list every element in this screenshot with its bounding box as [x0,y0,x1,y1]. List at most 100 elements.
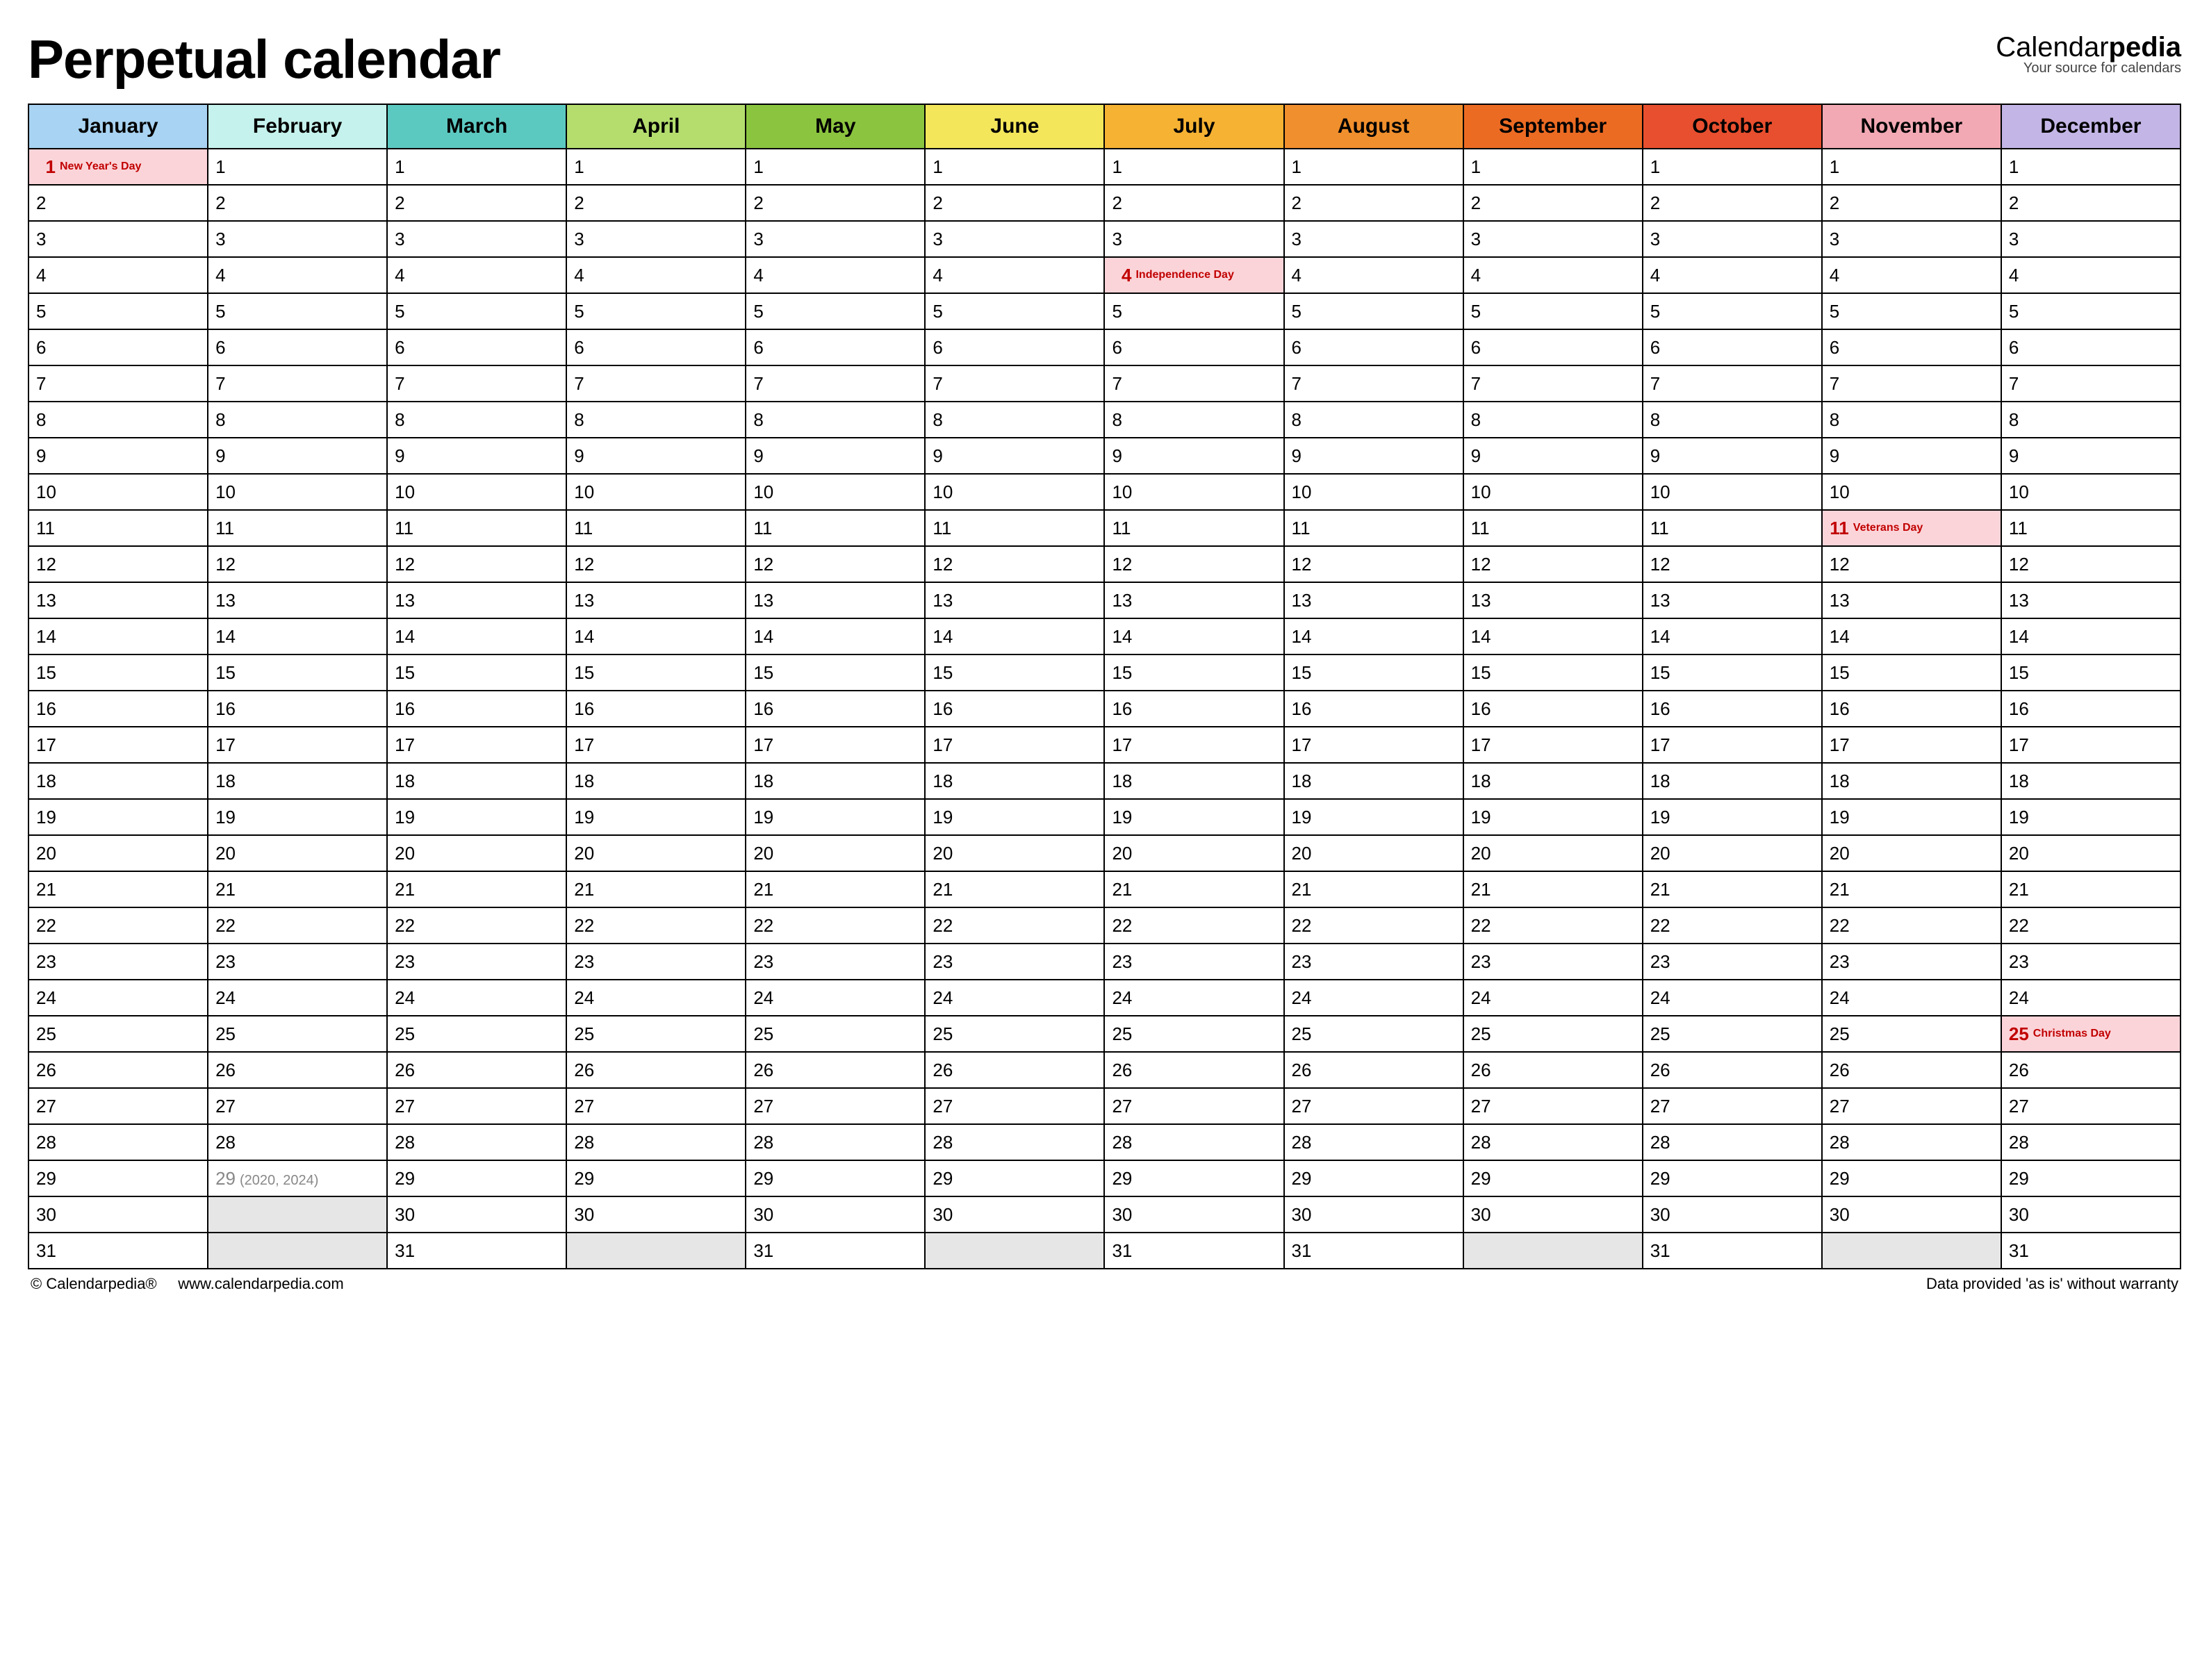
day-cell: 28 [566,1124,746,1160]
day-cell: 20 [1463,835,1643,871]
day-cell: 2 [1822,185,2001,221]
day-cell: 1 [1463,149,1643,185]
day-cell: 26 [925,1052,1104,1088]
day-cell: 10 [208,474,387,510]
month-header: November [1822,104,2001,149]
day-cell: 7 [1643,365,1822,402]
day-cell: 25 [746,1016,925,1052]
day-cell: 22 [208,907,387,944]
month-header: March [387,104,566,149]
day-cell: 5 [925,293,1104,329]
day-cell: 19 [1104,799,1283,835]
day-cell: 8 [1104,402,1283,438]
day-cell: 9 [1822,438,2001,474]
day-cell: 22 [1284,907,1463,944]
day-cell: 4 [1463,257,1643,293]
day-cell: 25 [1104,1016,1283,1052]
day-cell: 28 [925,1124,1104,1160]
day-cell: 20 [208,835,387,871]
day-cell: 23 [566,944,746,980]
day-cell: 16 [2001,691,2181,727]
day-cell: 6 [208,329,387,365]
day-cell: 21 [1284,871,1463,907]
day-cell: 19 [387,799,566,835]
day-cell: 13 [1284,582,1463,618]
day-cell: 20 [1643,835,1822,871]
day-cell: 13 [1822,582,2001,618]
day-cell: 8 [387,402,566,438]
day-cell: 23 [1104,944,1283,980]
day-cell: 25 [1463,1016,1643,1052]
day-cell: 13 [387,582,566,618]
day-cell: 13 [1104,582,1283,618]
day-cell: 17 [746,727,925,763]
day-cell: 2 [925,185,1104,221]
day-cell: 31 [746,1233,925,1269]
day-cell: 20 [1104,835,1283,871]
day-cell: 29 [1643,1160,1822,1196]
day-cell: 7 [1822,365,2001,402]
day-cell: 1New Year's Day [28,149,208,185]
day-cell: 27 [2001,1088,2181,1124]
day-cell: 24 [28,980,208,1016]
day-cell: 8 [28,402,208,438]
day-cell: 26 [28,1052,208,1088]
day-cell: 18 [1463,763,1643,799]
day-cell: 27 [1463,1088,1643,1124]
day-cell: 17 [1284,727,1463,763]
day-cell: 24 [387,980,566,1016]
day-cell: 14 [28,618,208,654]
day-cell: 10 [925,474,1104,510]
day-cell: 9 [1104,438,1283,474]
day-cell: 30 [1643,1196,1822,1233]
day-cell: 13 [28,582,208,618]
day-cell: 7 [387,365,566,402]
day-cell: 17 [1463,727,1643,763]
day-cell: 26 [1104,1052,1283,1088]
day-cell: 18 [1822,763,2001,799]
day-cell: 8 [208,402,387,438]
day-cell: 18 [1284,763,1463,799]
day-cell [925,1233,1104,1269]
day-cell: 19 [1643,799,1822,835]
day-cell: 20 [28,835,208,871]
day-cell: 6 [746,329,925,365]
day-cell: 1 [1643,149,1822,185]
day-cell: 25 [1643,1016,1822,1052]
day-cell: 11 [1104,510,1283,546]
day-cell [566,1233,746,1269]
day-cell: 8 [1463,402,1643,438]
footer-left: © Calendarpedia® www.calendarpedia.com [31,1275,344,1293]
day-cell: 8 [1643,402,1822,438]
day-cell: 15 [1284,654,1463,691]
day-cell: 26 [1463,1052,1643,1088]
day-cell: 28 [28,1124,208,1160]
day-cell: 19 [1463,799,1643,835]
day-cell: 7 [208,365,387,402]
day-cell: 31 [387,1233,566,1269]
day-cell: 26 [1643,1052,1822,1088]
day-cell: 23 [1284,944,1463,980]
day-cell: 19 [1284,799,1463,835]
day-cell: 14 [208,618,387,654]
day-cell: 15 [1643,654,1822,691]
day-cell: 11 [387,510,566,546]
day-cell: 22 [387,907,566,944]
day-cell: 11 [925,510,1104,546]
day-cell: 14 [1463,618,1643,654]
footer-copyright: © Calendarpedia® [31,1275,157,1292]
day-cell: 17 [925,727,1104,763]
day-cell: 31 [1643,1233,1822,1269]
day-cell: 22 [1822,907,2001,944]
day-cell: 30 [387,1196,566,1233]
day-cell: 5 [1284,293,1463,329]
day-cell: 29 [1822,1160,2001,1196]
day-cell: 12 [2001,546,2181,582]
day-cell: 21 [1822,871,2001,907]
day-cell: 11 [2001,510,2181,546]
day-cell: 14 [1104,618,1283,654]
day-cell: 5 [208,293,387,329]
day-cell: 16 [566,691,746,727]
month-header: February [208,104,387,149]
day-cell: 6 [1822,329,2001,365]
